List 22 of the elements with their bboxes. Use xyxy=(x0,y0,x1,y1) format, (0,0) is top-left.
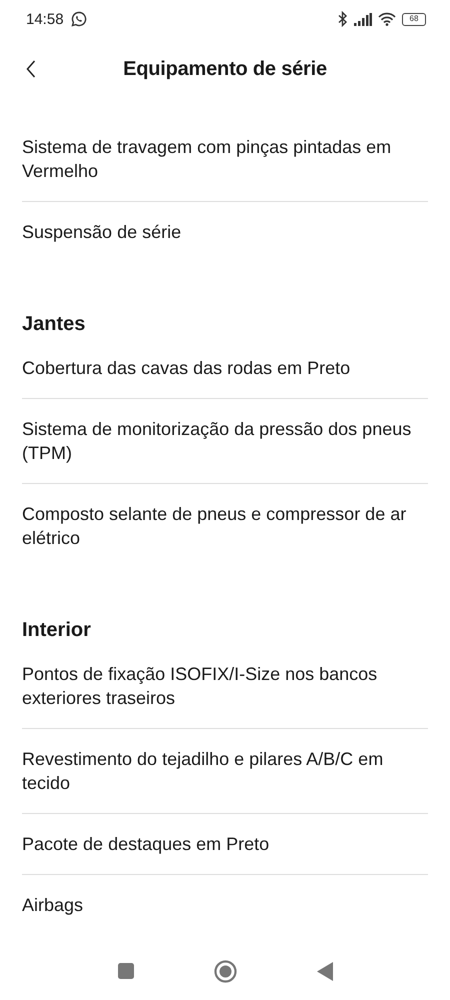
signal-icon xyxy=(354,12,372,26)
equipment-item: Pontos de fixação ISOFIX/I-Size nos bancos exteriores traseiros xyxy=(22,663,378,710)
section-heading: Interior xyxy=(22,618,92,643)
page-title: Equipamento de série xyxy=(123,58,327,80)
wifi-icon xyxy=(378,12,396,26)
recents-icon[interactable] xyxy=(118,963,134,979)
home-icon[interactable] xyxy=(214,960,236,982)
equipment-item: Suspensão de série xyxy=(22,221,182,244)
equipment-item: Cobertura das cavas das rodas em Preto xyxy=(22,357,352,380)
bluetooth-icon xyxy=(338,11,348,27)
back-icon[interactable] xyxy=(316,962,332,980)
equipment-item: Pacote de destaques em Preto xyxy=(22,833,270,856)
equipment-item: Sistema de travagem com pinças pintadas em Vermelho xyxy=(22,136,392,183)
equipment-item: Composto selante de pneus e compressor de ar elétrico xyxy=(22,503,408,550)
status-time: 14:58 xyxy=(26,10,64,28)
chevron-left-icon xyxy=(26,60,36,78)
equipment-item: Sistema de monitorização da pressão dos pneus (TPM) xyxy=(22,418,412,465)
chat-icon xyxy=(70,11,87,27)
battery-icon: 68 xyxy=(402,12,426,26)
equipment-item: Revestimento do tejadilho e pilares A/B/C em tecido xyxy=(22,748,384,795)
section-heading: Jantes xyxy=(22,312,86,337)
equipment-item: Airbags xyxy=(22,894,84,917)
